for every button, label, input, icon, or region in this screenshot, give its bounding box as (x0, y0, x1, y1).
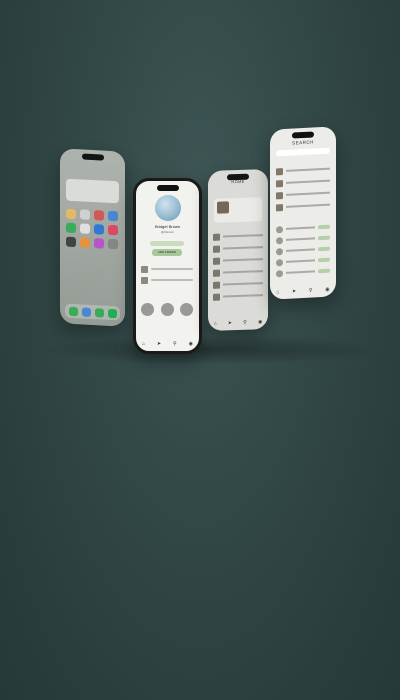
app-icon[interactable] (80, 237, 90, 248)
list-item[interactable] (213, 279, 263, 289)
app-grid (66, 208, 119, 250)
profile-handle: @bbrown (161, 230, 174, 234)
phone-icon[interactable] (68, 306, 78, 316)
user-row[interactable] (276, 256, 330, 267)
app-icon[interactable] (80, 209, 90, 220)
app-icon[interactable] (66, 236, 76, 248)
page-title: SEARCH (292, 139, 314, 146)
friends-row (141, 303, 193, 316)
user-row[interactable] (276, 223, 330, 234)
home-icon[interactable]: ⌂ (214, 321, 217, 327)
spotify-icon[interactable] (107, 308, 117, 318)
showcase-scene: Bridget Brown @bbrown ADD FRIEND ⌂ ➤ ⚲ ◉… (0, 0, 400, 700)
phone-notch (81, 153, 104, 161)
phone-notch (156, 185, 179, 191)
profile-icon[interactable]: ◉ (258, 319, 262, 325)
search-icon[interactable]: ⚲ (309, 287, 313, 293)
app-icon[interactable] (108, 238, 118, 250)
send-icon[interactable]: ➤ (157, 341, 161, 347)
profile-icon[interactable]: ◉ (325, 287, 329, 293)
add-friend-button[interactable] (318, 257, 330, 263)
phone-notch (292, 131, 314, 139)
list-item[interactable] (213, 291, 263, 301)
now-playing-card[interactable] (214, 197, 262, 223)
avatar (155, 195, 181, 221)
album-art (217, 201, 229, 214)
list-item[interactable] (213, 243, 263, 253)
app-icon[interactable] (80, 223, 90, 234)
friend-avatar[interactable] (160, 303, 174, 316)
app-icon[interactable] (94, 224, 104, 235)
search-icon[interactable]: ⚲ (243, 320, 247, 326)
friend-avatar[interactable] (180, 303, 193, 316)
add-friend-button[interactable]: ADD FRIEND (152, 249, 182, 256)
list-item[interactable] (141, 276, 193, 284)
app-icon[interactable] (108, 210, 118, 222)
app-icon[interactable] (94, 238, 104, 249)
home-icon[interactable]: ⌂ (142, 341, 145, 347)
music-widget (66, 178, 119, 204)
add-friend-button[interactable] (318, 268, 330, 274)
add-friend-button[interactable] (318, 235, 330, 241)
list-item[interactable] (213, 267, 263, 277)
app-icon[interactable] (108, 224, 118, 236)
user-row[interactable] (276, 234, 330, 245)
phone-search-screen: SEARCH ⌂ ➤ ⚲ ◉ (270, 126, 336, 300)
friend-avatar[interactable] (141, 303, 154, 316)
profile-icon[interactable]: ◉ (189, 341, 193, 347)
send-icon[interactable]: ➤ (228, 320, 232, 326)
add-friend-button[interactable] (318, 224, 330, 230)
song-row[interactable] (276, 201, 330, 212)
list-item[interactable] (213, 231, 263, 241)
app-icon[interactable] (94, 210, 104, 221)
user-row[interactable] (276, 245, 330, 256)
app-icon[interactable] (66, 208, 76, 220)
song-row[interactable] (276, 189, 330, 200)
profile-name: Bridget Brown (154, 224, 181, 229)
phone-home-screen (60, 148, 125, 327)
home-icon[interactable]: ⌂ (276, 289, 279, 295)
list-item[interactable] (213, 255, 263, 265)
floor-shadow (40, 335, 380, 365)
tab-bar: ⌂ ➤ ⚲ ◉ (136, 341, 199, 347)
app-icon[interactable] (66, 222, 76, 234)
list-item[interactable] (141, 265, 193, 273)
messages-icon[interactable] (94, 307, 104, 318)
phone-profile-screen: Bridget Brown @bbrown ADD FRIEND ⌂ ➤ ⚲ ◉ (133, 178, 202, 354)
add-friend-button[interactable] (318, 246, 330, 252)
page-title: HOME (231, 178, 245, 185)
phone-home-feed-screen: HOME ⌂ ➤ ⚲ ◉ (208, 168, 268, 332)
status-pill (150, 241, 184, 246)
search-input[interactable] (276, 147, 330, 157)
song-row[interactable] (276, 177, 330, 188)
song-row[interactable] (276, 165, 330, 176)
send-icon[interactable]: ➤ (292, 288, 296, 294)
search-icon[interactable]: ⚲ (173, 341, 177, 347)
tab-bar: ⌂ ➤ ⚲ ◉ (270, 286, 336, 296)
user-row[interactable] (276, 267, 330, 278)
app-dock (65, 303, 120, 321)
safari-icon[interactable] (81, 306, 91, 317)
tab-bar: ⌂ ➤ ⚲ ◉ (208, 319, 268, 327)
